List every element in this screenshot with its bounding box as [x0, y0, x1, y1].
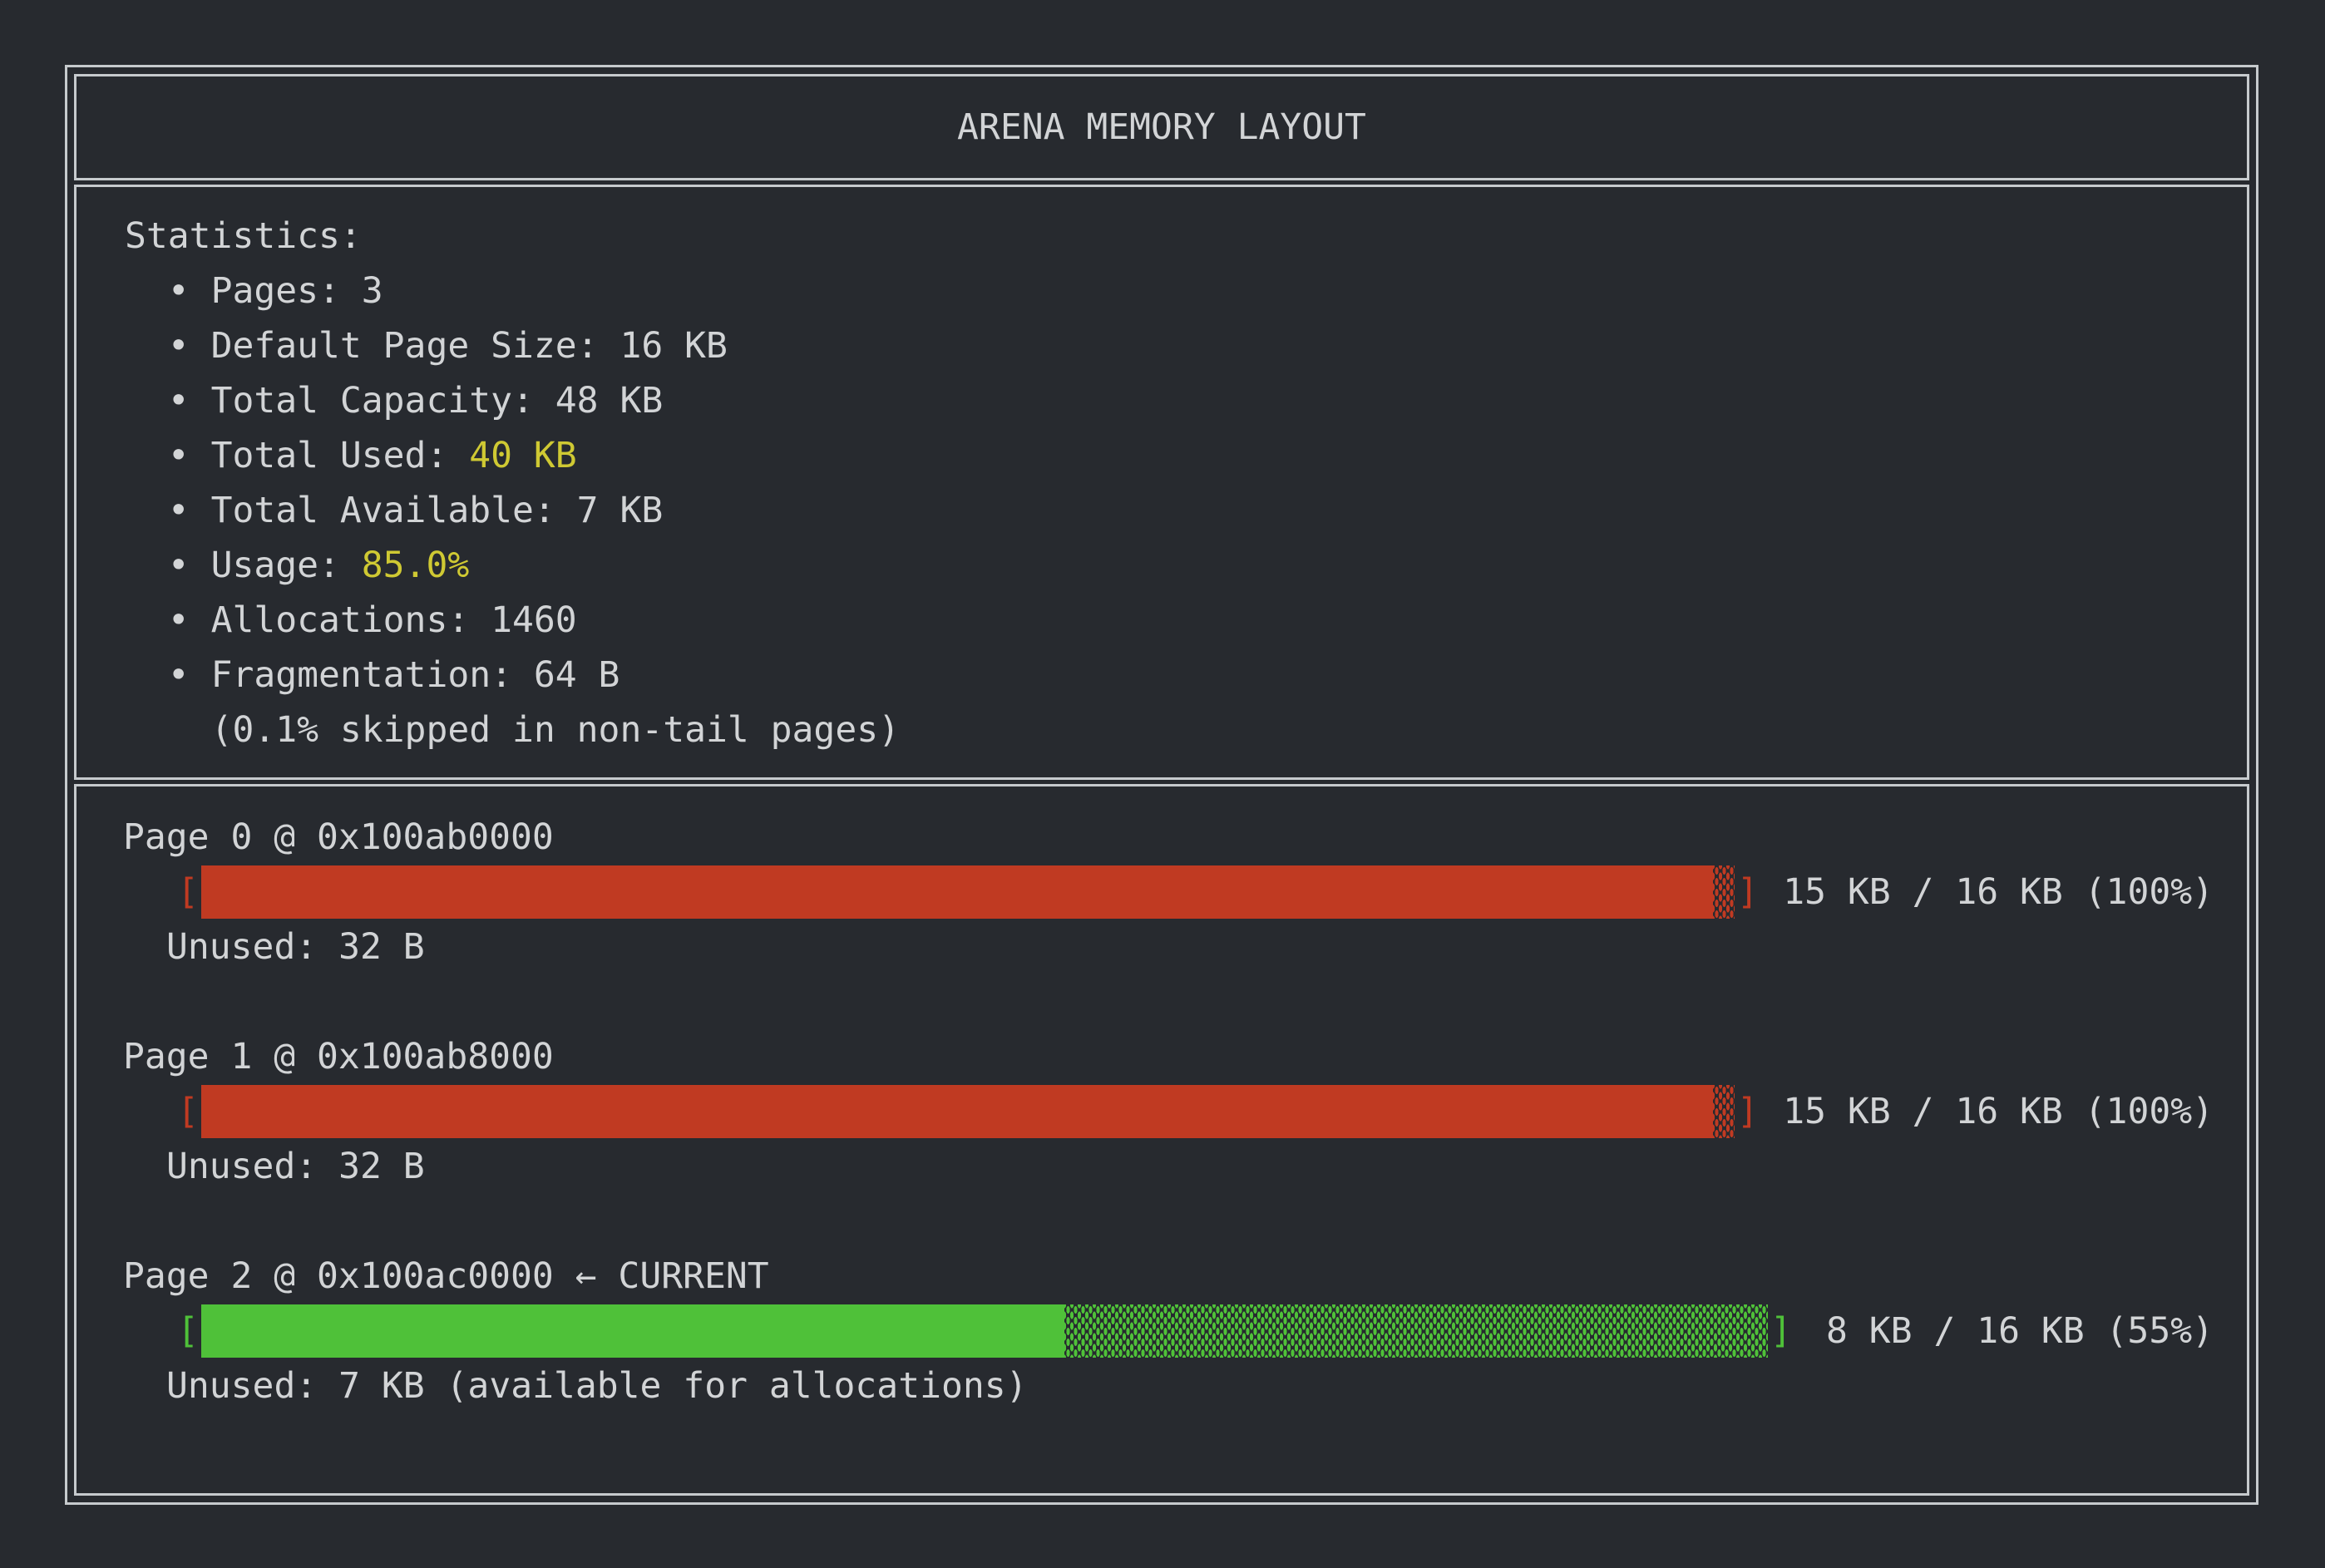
stat-value-highlight: 40 KB: [469, 435, 576, 476]
bar-track: [201, 865, 1735, 919]
stat-text: Usage:: [211, 545, 362, 586]
stat-bullet: [125, 709, 211, 751]
bar-used-fill: [201, 1085, 1713, 1138]
bar-free-hatch: [1713, 1085, 1735, 1138]
stats-list: • Pages: 3 • Default Page Size: 16 KB • …: [125, 264, 2214, 757]
title-panel: ARENA MEMORY LAYOUT: [74, 74, 2249, 180]
page-title: ARENA MEMORY LAYOUT: [957, 106, 1366, 148]
stat-item: • Default Page Size: 16 KB: [125, 318, 2214, 373]
bar-open-bracket: [: [177, 1304, 199, 1358]
bar-close-bracket: ]: [1737, 1084, 1759, 1139]
stat-text: Total Available: 7 KB: [211, 490, 664, 531]
bar-open-bracket: [: [177, 1084, 199, 1139]
stat-text: Allocations: 1460: [211, 599, 577, 641]
memory-bar-row: [] 15 KB / 16 KB (100%): [77, 1084, 2247, 1139]
stat-text: Total Used:: [211, 435, 470, 476]
stat-text: Pages: 3: [211, 270, 383, 312]
stat-bullet: •: [125, 654, 211, 696]
stat-bullet: •: [125, 380, 211, 422]
stat-bullet: •: [125, 545, 211, 586]
stat-item: • Allocations: 1460: [125, 593, 2214, 648]
stat-item: • Total Capacity: 48 KB: [125, 373, 2214, 428]
page-unused-label: Unused: 32 B: [77, 920, 2247, 974]
bar-used-fill: [201, 1304, 1064, 1358]
stat-bullet: •: [125, 599, 211, 641]
stat-text: Default Page Size: 16 KB: [211, 325, 728, 367]
page-section: Page 1 @ 0x100ab8000[] 15 KB / 16 KB (100…: [77, 1029, 2247, 1194]
pages-panel: Page 0 @ 0x100ab0000[]15 KB / 16 KB (100…: [74, 784, 2249, 1496]
page-address-title: Page 0 @ 0x100ab0000: [77, 810, 2247, 865]
stat-item: • Usage: 85.0%: [125, 538, 2214, 593]
stat-item: • Total Used: 40 KB: [125, 428, 2214, 483]
bar-used-fill: [201, 865, 1713, 919]
stats-heading: Statistics:: [125, 209, 2214, 264]
memory-bar-row: [] 15 KB / 16 KB (100%): [77, 865, 2247, 920]
page-address-title: Page 2 @ 0x100ac0000 ← CURRENT: [77, 1249, 2247, 1304]
memory-bar-row: [] 8 KB / 16 KB (55%): [77, 1304, 2247, 1358]
stat-item: • Fragmentation: 64 B: [125, 648, 2214, 703]
bar-track: [201, 1085, 1735, 1138]
page-unused-label: Unused: 7 KB (available for allocations): [77, 1358, 2247, 1413]
bar-usage-label: 15 KB / 16 KB (100%): [1783, 1091, 2214, 1132]
stat-item: • Total Available: 7 KB: [125, 483, 2214, 538]
bar-open-bracket: [: [177, 865, 199, 920]
stat-bullet: •: [125, 325, 211, 367]
bar-close-bracket: ]: [1770, 1304, 1792, 1358]
page-unused-label: Unused: 32 B: [77, 1139, 2247, 1194]
page-section: Page 0 @ 0x100ab0000[] 15 KB / 16 KB (100…: [77, 810, 2247, 974]
bar-usage-label: 15 KB / 16 KB (100%): [1783, 871, 2214, 913]
bar-track: [201, 1304, 1768, 1358]
stat-bullet: •: [125, 270, 211, 312]
page-section: Page 2 @ 0x100ac0000 ← CURRENT[] 8 KB / 1…: [77, 1249, 2247, 1413]
stat-value-highlight: 85.0%: [362, 545, 469, 586]
stat-bullet: •: [125, 435, 211, 476]
bar-usage-label: 8 KB / 16 KB (55%): [1826, 1310, 2214, 1352]
stat-text: Total Capacity: 48 KB: [211, 380, 664, 422]
stat-bullet: •: [125, 490, 211, 531]
stat-item: • Pages: 3: [125, 264, 2214, 318]
stat-text: Fragmentation: 64 B: [211, 654, 620, 696]
bar-close-bracket: ]: [1737, 865, 1759, 920]
stats-panel: Statistics: • Pages: 3 • Default Page Si…: [74, 185, 2249, 780]
pages-list: Page 0 @ 0x100ab0000[]15 KB / 16 KB (100…: [77, 810, 2247, 1413]
bar-free-hatch: [1064, 1304, 1768, 1358]
stat-text: (0.1% skipped in non-tail pages): [211, 709, 900, 751]
bar-free-hatch: [1713, 865, 1735, 919]
stat-item: (0.1% skipped in non-tail pages): [125, 703, 2214, 757]
page-address-title: Page 1 @ 0x100ab8000: [77, 1029, 2247, 1084]
outer-frame: ARENA MEMORY LAYOUT Statistics: • Pages:…: [65, 65, 2258, 1505]
